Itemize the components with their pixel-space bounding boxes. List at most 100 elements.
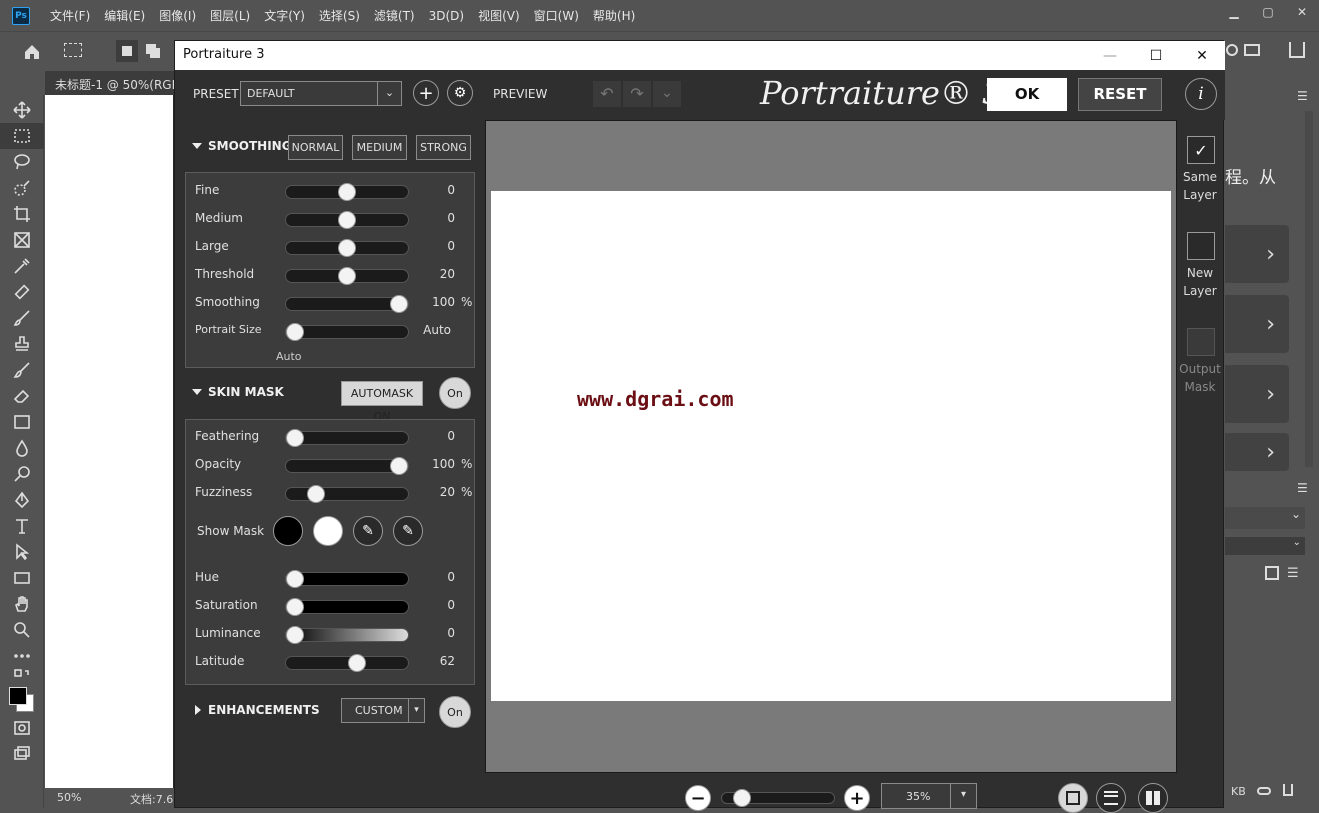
new-selection-icon[interactable] bbox=[116, 40, 138, 62]
menu-window[interactable]: 窗口(W) bbox=[534, 7, 579, 24]
medium-button[interactable]: MEDIUM bbox=[352, 135, 407, 160]
panel-menu-icon[interactable]: ☰ bbox=[1297, 89, 1308, 103]
fine-slider-thumb[interactable] bbox=[338, 183, 356, 201]
workspace-icon[interactable] bbox=[1244, 44, 1260, 56]
hand-tool-icon[interactable] bbox=[0, 591, 44, 617]
trash-icon[interactable] bbox=[1283, 784, 1293, 796]
zoom-dropdown[interactable]: 35% ▾ bbox=[881, 783, 977, 809]
opacity-slider-thumb[interactable] bbox=[390, 457, 408, 475]
menu-help[interactable]: 帮助(H) bbox=[593, 7, 635, 24]
smoothing-slider[interactable] bbox=[285, 295, 409, 313]
healing-tool-icon[interactable] bbox=[0, 279, 44, 305]
pen-tool-icon[interactable] bbox=[0, 487, 44, 513]
hue-slider[interactable] bbox=[285, 570, 409, 588]
smoothing-toggle-icon[interactable] bbox=[192, 143, 202, 149]
marquee-options-icon[interactable] bbox=[64, 43, 82, 57]
normal-button[interactable]: NORMAL bbox=[288, 135, 343, 160]
smoothing-header[interactable]: SMOOTHING bbox=[208, 139, 292, 153]
zoom-slider-thumb[interactable] bbox=[733, 789, 751, 807]
large-slider-thumb[interactable] bbox=[338, 239, 356, 257]
feathering-slider[interactable] bbox=[285, 429, 409, 447]
fine-slider[interactable] bbox=[285, 183, 409, 201]
menu-view[interactable]: 视图(V) bbox=[478, 7, 520, 24]
settings-gear-icon[interactable]: ⚙ bbox=[447, 80, 473, 106]
crop-tool-icon[interactable] bbox=[0, 201, 44, 227]
output-mask-checkbox[interactable] bbox=[1187, 328, 1215, 356]
threshold-slider[interactable] bbox=[285, 267, 409, 285]
minimize-icon[interactable]: ▁ bbox=[1217, 0, 1251, 24]
strong-button[interactable]: STRONG bbox=[416, 135, 471, 160]
split-vertical-icon[interactable] bbox=[1138, 783, 1168, 813]
menu-file[interactable]: 文件(F) bbox=[50, 7, 90, 24]
frame-tool-icon[interactable] bbox=[0, 227, 44, 253]
eraser-tool-icon[interactable] bbox=[0, 383, 44, 409]
learn-card-1[interactable]: › bbox=[1225, 225, 1289, 283]
quick-mask-icon[interactable] bbox=[0, 715, 44, 741]
mask-black-swatch[interactable] bbox=[273, 516, 303, 546]
swap-colors-icon[interactable] bbox=[0, 669, 44, 685]
smoothing-slider-thumb[interactable] bbox=[390, 295, 408, 313]
maximize-icon[interactable]: ▢ bbox=[1251, 0, 1285, 24]
learn-card-3[interactable]: › bbox=[1225, 365, 1289, 423]
color-swatches[interactable] bbox=[0, 685, 43, 715]
saturation-slider[interactable] bbox=[285, 598, 409, 616]
history-dropdown-icon[interactable]: ⌄ bbox=[653, 81, 681, 107]
menu-layer[interactable]: 图层(L) bbox=[210, 7, 250, 24]
marquee-tool-icon[interactable] bbox=[0, 123, 44, 149]
automask-button[interactable]: AUTOMASK ON bbox=[341, 381, 423, 423]
enhancements-header[interactable]: ENHANCEMENTS bbox=[208, 703, 320, 717]
search-icon[interactable] bbox=[1226, 44, 1238, 56]
add-selection-icon[interactable] bbox=[146, 44, 156, 54]
brush-tool-icon[interactable] bbox=[0, 305, 44, 331]
portrait-size-slider-thumb[interactable] bbox=[286, 323, 304, 341]
eyedropper-icon[interactable]: ✎ bbox=[353, 516, 383, 546]
learn-card-2[interactable]: › bbox=[1225, 295, 1289, 353]
redo-icon[interactable]: ↷ bbox=[623, 81, 651, 107]
grid-view-icon[interactable] bbox=[1265, 566, 1279, 580]
home-icon[interactable] bbox=[18, 40, 46, 64]
type-tool-icon[interactable] bbox=[0, 513, 44, 539]
screen-mode-icon[interactable] bbox=[0, 741, 44, 767]
menu-image[interactable]: 图像(I) bbox=[159, 7, 196, 24]
custom-dropdown[interactable]: CUSTOM ▾ bbox=[341, 698, 425, 723]
split-horizontal-icon[interactable] bbox=[1096, 783, 1126, 813]
dialog-maximize-icon[interactable]: ☐ bbox=[1133, 41, 1179, 70]
lasso-tool-icon[interactable] bbox=[0, 149, 44, 175]
eyedropper-tool-icon[interactable] bbox=[0, 253, 44, 279]
info-icon[interactable]: i bbox=[1185, 78, 1217, 110]
zoom-tool-icon[interactable] bbox=[0, 617, 44, 643]
learn-card-4[interactable]: › bbox=[1225, 433, 1289, 471]
medium-slider[interactable] bbox=[285, 211, 409, 229]
libraries-dropdown[interactable]: ⌄ bbox=[1225, 507, 1305, 529]
panel-scrollbar[interactable] bbox=[1305, 111, 1313, 467]
cloud-icon[interactable] bbox=[1257, 787, 1271, 795]
menu-filter[interactable]: 滤镜(T) bbox=[374, 7, 415, 24]
gradient-tool-icon[interactable] bbox=[0, 409, 44, 435]
new-layer-checkbox[interactable] bbox=[1187, 232, 1215, 260]
zoom-slider[interactable] bbox=[721, 789, 835, 807]
skinmask-on-toggle[interactable]: On bbox=[439, 377, 471, 409]
medium-slider-thumb[interactable] bbox=[338, 211, 356, 229]
quick-select-tool-icon[interactable] bbox=[0, 175, 44, 201]
feathering-slider-thumb[interactable] bbox=[286, 429, 304, 447]
menu-type[interactable]: 文字(Y) bbox=[264, 7, 305, 24]
mask-white-swatch[interactable] bbox=[313, 516, 343, 546]
zoom-in-icon[interactable]: + bbox=[844, 785, 870, 811]
preview-image[interactable]: www.dgrai.com bbox=[491, 191, 1171, 701]
eyedropper-add-icon[interactable]: ✎ bbox=[393, 516, 423, 546]
threshold-slider-thumb[interactable] bbox=[338, 267, 356, 285]
undo-icon[interactable]: ↶ bbox=[593, 81, 621, 107]
blur-tool-icon[interactable] bbox=[0, 435, 44, 461]
single-view-icon[interactable] bbox=[1058, 783, 1088, 813]
fuzziness-slider[interactable] bbox=[285, 485, 409, 503]
list-view-icon[interactable]: ☰ bbox=[1287, 566, 1299, 581]
latitude-slider[interactable] bbox=[285, 654, 409, 672]
saturation-slider-thumb[interactable] bbox=[286, 598, 304, 616]
history-brush-icon[interactable] bbox=[0, 357, 44, 383]
opacity-slider[interactable] bbox=[285, 457, 409, 475]
more-tools-icon[interactable] bbox=[0, 643, 44, 669]
same-layer-checkbox[interactable]: ✓ bbox=[1187, 136, 1215, 164]
stamp-tool-icon[interactable] bbox=[0, 331, 44, 357]
share-icon[interactable] bbox=[1289, 42, 1305, 58]
document-tab[interactable]: 未标题-1 @ 50%(RGB bbox=[45, 71, 175, 95]
